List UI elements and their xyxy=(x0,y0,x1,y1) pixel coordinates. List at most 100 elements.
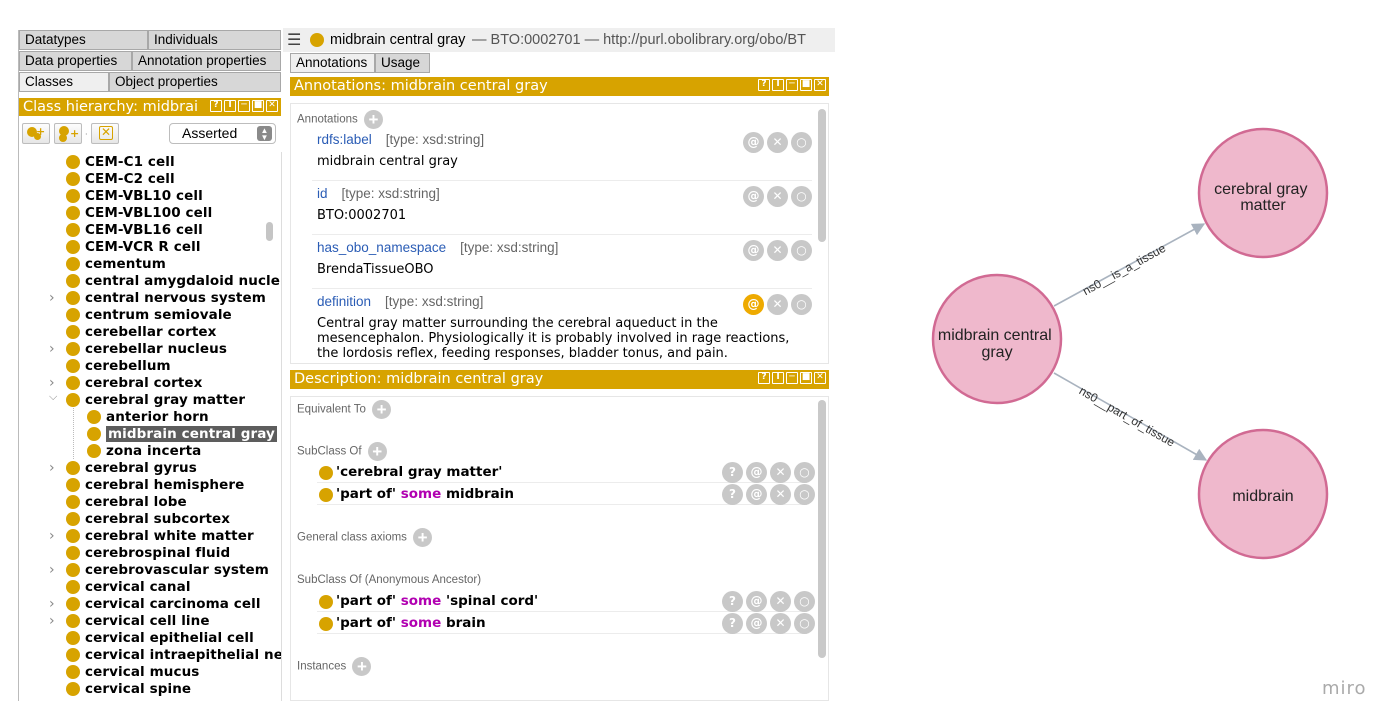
delete-icon[interactable]: ✕ xyxy=(770,484,791,505)
tree-item[interactable]: CEM-VBL10 cell xyxy=(66,187,203,204)
tab-individuals[interactable]: Individuals xyxy=(148,30,281,50)
annotation-property[interactable]: id [type: xsd:string] xyxy=(317,186,440,201)
tree-item[interactable]: CEM-C1 cell xyxy=(66,153,175,170)
hierarchy-mode-select[interactable]: Asserted ▲ ▼ xyxy=(169,123,276,144)
add-subclass-button[interactable]: + xyxy=(22,123,50,144)
tree-item[interactable]: cerebral cortex xyxy=(66,374,202,391)
description-scrollbar[interactable] xyxy=(818,400,826,658)
add-sibling-button[interactable]: + xyxy=(54,123,82,144)
expand-icon[interactable]: › xyxy=(49,596,55,612)
tree-item[interactable]: CEM-VBL16 cell xyxy=(66,221,203,238)
subclass-axiom-row[interactable]: 'part of' some midbrain ? @ ✕ ○ xyxy=(317,484,815,505)
expand-icon[interactable]: › xyxy=(49,290,55,306)
minimize-icon[interactable]: ─ xyxy=(238,100,250,112)
tree-item[interactable]: CEM-C2 cell xyxy=(66,170,175,187)
annotation-row[interactable]: id [type: xsd:string] BTO:0002701 @ ✕ ○ xyxy=(312,186,812,235)
maximize-icon[interactable]: ■ xyxy=(800,372,812,384)
edit-icon[interactable]: ○ xyxy=(791,132,812,153)
tree-item[interactable]: centrum semiovale xyxy=(66,306,232,323)
delete-icon[interactable]: ✕ xyxy=(770,591,791,612)
add-equivalent-button[interactable]: + xyxy=(372,400,392,419)
annotation-property[interactable]: has_obo_namespace [type: xsd:string] xyxy=(317,240,558,255)
expand-icon[interactable]: › xyxy=(49,375,55,391)
tree-item[interactable]: CEM-VCR R cell xyxy=(66,238,201,255)
edit-icon[interactable]: ○ xyxy=(794,613,815,634)
split-icon[interactable]: I xyxy=(772,79,784,91)
edit-icon[interactable]: ○ xyxy=(791,294,812,315)
tree-item[interactable]: cementum xyxy=(66,255,166,272)
expand-icon[interactable]: › xyxy=(49,460,55,476)
explain-icon[interactable]: ? xyxy=(722,591,743,612)
expand-icon[interactable]: › xyxy=(49,562,55,578)
tree-item[interactable]: cerebral gyrus xyxy=(66,459,197,476)
tree-item[interactable]: midbrain central gray xyxy=(87,425,277,442)
tree-item[interactable]: CEM-VBL100 cell xyxy=(66,204,212,221)
tree-item[interactable]: cervical carcinoma cell xyxy=(66,595,261,612)
tree-item[interactable]: cervical mucus xyxy=(66,663,199,680)
annotation-property[interactable]: rdfs:label [type: xsd:string] xyxy=(317,132,484,147)
tree-item[interactable]: cervical canal xyxy=(66,578,191,595)
at-icon[interactable]: @ xyxy=(743,240,764,261)
edit-icon[interactable]: ○ xyxy=(794,591,815,612)
add-annotation-button[interactable]: + xyxy=(363,110,383,129)
delete-class-button[interactable]: ✕ xyxy=(91,123,119,144)
tab-object-properties[interactable]: Object properties xyxy=(109,72,281,92)
annotation-property[interactable]: definition [type: xsd:string] xyxy=(317,294,483,309)
help-icon[interactable]: ? xyxy=(758,372,770,384)
maximize-icon[interactable]: ■ xyxy=(252,100,264,112)
annotation-row[interactable]: definition [type: xsd:string] Central gra… xyxy=(312,294,812,363)
delete-icon[interactable]: ✕ xyxy=(770,613,791,634)
tree-scrollbar-thumb[interactable] xyxy=(266,222,273,241)
minimize-icon[interactable]: ─ xyxy=(786,372,798,384)
delete-icon[interactable]: ✕ xyxy=(767,294,788,315)
annotations-scrollbar[interactable] xyxy=(818,109,826,242)
annotation-row[interactable]: rdfs:label [type: xsd:string] midbrain ce… xyxy=(312,132,812,181)
tree-item[interactable]: cerebellar cortex xyxy=(66,323,216,340)
ancestor-axiom-row[interactable]: 'part of' some 'spinal cord' ? @ ✕ ○ xyxy=(317,591,815,612)
tab-usage[interactable]: Usage xyxy=(375,53,430,73)
edit-icon[interactable]: ○ xyxy=(791,186,812,207)
add-superclass-button[interactable]: + xyxy=(367,442,387,461)
at-icon[interactable]: @ xyxy=(746,613,767,634)
help-icon[interactable]: ? xyxy=(758,79,770,91)
explain-icon[interactable]: ? xyxy=(722,484,743,505)
tree-item[interactable]: anterior horn xyxy=(87,408,209,425)
add-instance-button[interactable]: + xyxy=(352,657,372,676)
tree-item[interactable]: cervical cell line xyxy=(66,612,210,629)
at-icon[interactable]: @ xyxy=(746,591,767,612)
explain-icon[interactable]: ? xyxy=(722,462,743,483)
tree-item[interactable]: cerebrovascular system xyxy=(66,561,269,578)
subclass-axiom-row[interactable]: 'cerebral gray matter' ? @ ✕ ○ xyxy=(317,462,815,483)
collapse-icon[interactable]: ⌵ xyxy=(49,390,57,404)
tree-item[interactable]: cerebral white matter xyxy=(66,527,254,544)
edit-icon[interactable]: ○ xyxy=(794,462,815,483)
close-icon[interactable]: ✕ xyxy=(266,100,278,112)
tree-item[interactable]: cerebellar nucleus xyxy=(66,340,227,357)
edit-icon[interactable]: ○ xyxy=(794,484,815,505)
tab-annotations[interactable]: Annotations xyxy=(290,53,375,73)
explain-icon[interactable]: ? xyxy=(722,613,743,634)
at-icon[interactable]: @ xyxy=(743,294,764,315)
delete-icon[interactable]: ✕ xyxy=(767,240,788,261)
tree-item[interactable]: cervical spine xyxy=(66,680,191,697)
split-icon[interactable]: I xyxy=(772,372,784,384)
close-icon[interactable]: ✕ xyxy=(814,79,826,91)
tab-datatypes[interactable]: Datatypes xyxy=(19,30,148,50)
tree-item[interactable]: central amygdaloid nucleus xyxy=(66,272,281,289)
tree-item[interactable]: zona incerta xyxy=(87,442,201,459)
tree-item[interactable]: cerebral lobe xyxy=(66,493,187,510)
expand-icon[interactable]: › xyxy=(49,613,55,629)
split-icon[interactable]: I xyxy=(224,100,236,112)
at-icon[interactable]: @ xyxy=(743,186,764,207)
tab-data-properties[interactable]: Data properties xyxy=(19,51,132,71)
tree-scrollbar-track[interactable] xyxy=(281,152,282,701)
menu-icon[interactable]: ☰ xyxy=(287,28,301,52)
add-general-axiom-button[interactable]: + xyxy=(413,528,433,547)
tree-item[interactable]: cerebellum xyxy=(66,357,171,374)
tab-classes[interactable]: Classes xyxy=(19,72,109,92)
annotation-row[interactable]: has_obo_namespace [type: xsd:string] Bren… xyxy=(312,240,812,289)
minimize-icon[interactable]: ─ xyxy=(786,79,798,91)
delete-icon[interactable]: ✕ xyxy=(770,462,791,483)
expand-icon[interactable]: › xyxy=(49,528,55,544)
expand-icon[interactable]: › xyxy=(49,341,55,357)
